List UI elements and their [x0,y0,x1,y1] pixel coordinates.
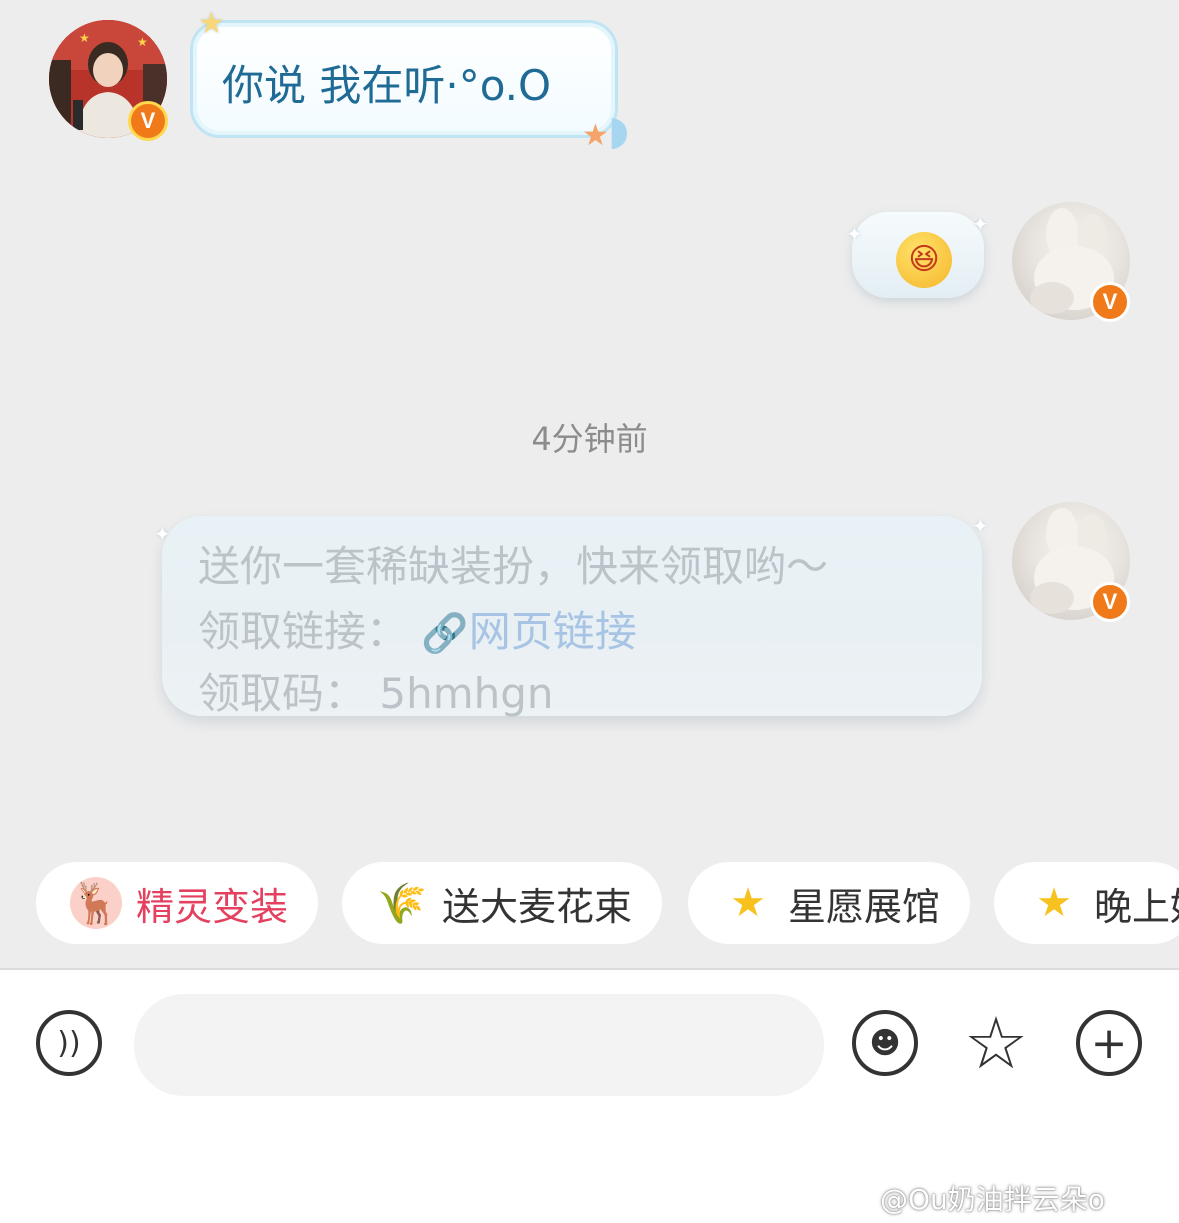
verified-badge: V [1090,582,1130,622]
voice-icon: )) [57,1025,81,1061]
sparkle-icon: ✦ [846,222,863,246]
verified-badge: V [1090,282,1130,322]
sparkle-icon: ✦ [972,212,989,236]
wink-face-icon: ☻ [869,1025,901,1061]
watermark: @Ou奶油拌云朵o [880,1183,1105,1216]
shortcut-chip-star-wish[interactable]: ★ 星愿展馆 [688,862,970,944]
sparkle-icon: ✦ [154,522,171,546]
star-face-icon: ★ [730,880,766,926]
star-face-icon: ★ [1036,880,1072,926]
message-input[interactable] [134,994,824,1096]
verified-badge: V [128,101,168,141]
gift-code-row: 领取码： 5hmhgn [198,660,554,721]
wheat-icon: 🌾 [377,880,427,927]
message-timestamp: 4分钟前 [531,420,648,458]
shortcut-label: 精灵变装 [136,884,289,929]
star-decoration-icon: ★ [198,6,225,41]
gift-code-value[interactable]: 5hmhgn [379,669,553,718]
shortcut-label: 晚上好 [1094,884,1179,929]
emoji-button[interactable]: ☻ [852,1010,918,1076]
shortcut-label: 送大麦花束 [442,884,633,929]
star-outline-icon: ☆ [963,1001,1029,1085]
deer-mascot-icon: 🦌 [70,877,122,929]
svg-text:★: ★ [79,31,90,45]
laughing-emoji-icon: 😆 [896,232,952,288]
starfish-decoration-icon: ★ [582,118,609,153]
plus-icon: + [1090,1017,1128,1069]
shell-decoration-icon: ◗ [608,108,630,154]
svg-text:★: ★ [137,35,148,49]
shortcut-label: 星愿展馆 [788,884,941,929]
more-options-button[interactable]: + [1076,1010,1142,1076]
shortcut-chip-good-evening[interactable]: ★ 晚上好 [994,862,1179,944]
gift-code-label: 领取码： [198,669,367,718]
gift-web-link[interactable]: 网页链接 [469,607,637,656]
gift-link-row: 领取链接： 🔗网页链接 [198,598,637,659]
gift-link-label: 领取链接： [198,607,409,656]
sticker-button[interactable]: ☆ [958,1005,1034,1081]
link-icon: 🔗 [421,611,469,655]
voice-input-button[interactable]: )) [36,1010,102,1076]
shortcut-chip-spirit-dressup[interactable]: 🦌 精灵变装 [36,862,318,944]
sparkle-icon: ✦ [972,514,989,538]
shortcut-chip-wheat-bouquet[interactable]: 🌾 送大麦花束 [342,862,662,944]
gift-message-text: 送你一套稀缺装扮，快来领取哟～ [198,542,829,591]
message-text: 你说 我在听·°o.O [222,61,552,110]
